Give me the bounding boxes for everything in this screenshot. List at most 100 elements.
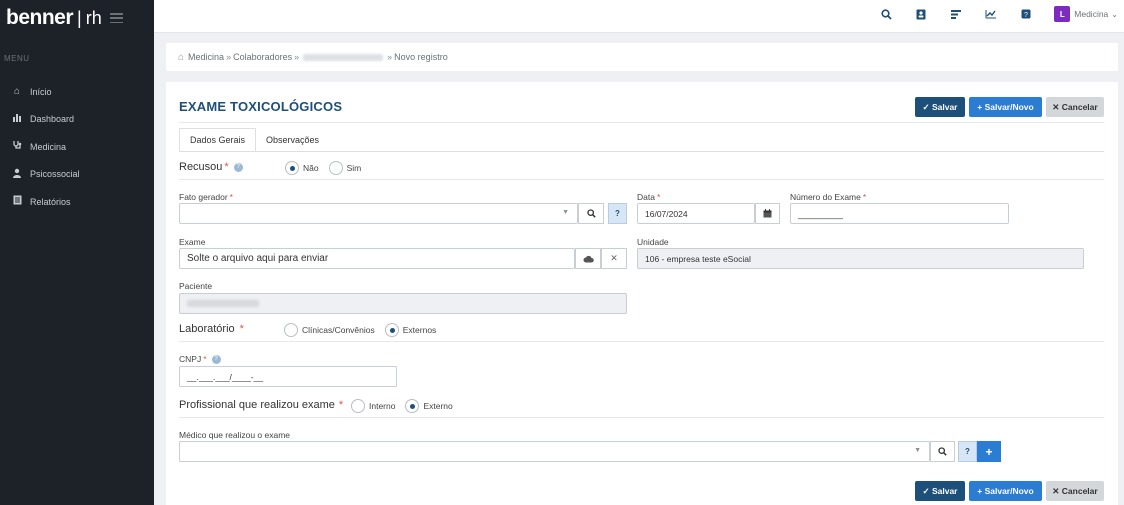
help-icon[interactable]: ? — [211, 355, 221, 365]
sidebar-item-label: Psicossocial — [30, 169, 80, 180]
cnpj-input[interactable]: __.___.___/____-__ — [179, 366, 397, 387]
profissional-label: Profissional que realizou exame * — [179, 399, 344, 411]
profissional-radio-group: Interno Externo — [351, 399, 463, 413]
cnpj-label: CNPJ *? — [179, 354, 221, 365]
radio-externos[interactable]: Externos — [384, 323, 436, 337]
data-input[interactable]: 16/07/2024 — [637, 203, 755, 224]
breadcrumb-item-redacted[interactable] — [303, 53, 384, 61]
sidebar-item-relatorios[interactable]: Relatórios — [0, 188, 154, 216]
avatar: L — [1054, 6, 1071, 22]
numero-exame-label: Número do Exame * — [790, 192, 867, 202]
breadcrumb: ⌂ Medicina » Colaboradores » » Novo regi… — [166, 43, 1118, 71]
home-icon[interactable]: ⌂ — [178, 52, 184, 63]
unidade-label: Unidade — [637, 237, 669, 247]
breadcrumb-item-medicina[interactable]: Medicina — [188, 52, 224, 62]
user-name: Medicina — [1074, 9, 1109, 19]
svg-text:?: ? — [1024, 12, 1028, 19]
save-new-button[interactable]: + Salvar/Novo — [969, 97, 1042, 117]
recusou-radio-group: Não Sim — [285, 161, 371, 175]
divider — [179, 151, 1104, 152]
sidebar-item-label: Medicina — [30, 141, 67, 152]
user-menu[interactable]: L Medicina ⌄ — [1054, 6, 1118, 22]
top-actions: ✓ Salvar + Salvar/Novo ✕ Cancelar — [911, 97, 1104, 117]
fato-gerador-help-button[interactable]: ? — [608, 203, 627, 224]
page-title: EXAME TOXICOLÓGICOS — [179, 99, 343, 114]
exame-file-dropzone[interactable]: Solte o arquivo aqui para enviar — [179, 248, 575, 269]
logo[interactable]: benner | rh — [0, 0, 154, 36]
tab-dados-gerais[interactable]: Dados Gerais — [179, 128, 257, 152]
search-icon[interactable] — [930, 441, 955, 462]
radio-interno[interactable]: Interno — [351, 399, 395, 413]
sidebar-item-label: Relatórios — [30, 196, 71, 207]
breadcrumb-separator: » — [294, 52, 300, 62]
cloud-upload-icon[interactable] — [575, 248, 601, 269]
sidebar-item-label: Início — [30, 86, 52, 97]
fato-gerador-select[interactable]: ▼ — [179, 203, 578, 224]
laboratorio-radio-group: Clínicas/Convênios Externos — [284, 323, 446, 337]
cancel-button[interactable]: ✕ Cancelar — [1046, 97, 1104, 117]
divider — [179, 179, 1104, 180]
fato-gerador-label: Fato gerador * — [179, 192, 233, 202]
close-icon[interactable]: ✕ — [601, 248, 627, 269]
list-icon[interactable] — [949, 7, 963, 21]
brand-module: rh — [85, 7, 102, 28]
search-icon[interactable] — [578, 203, 604, 224]
save-button[interactable]: ✓ Salvar — [915, 481, 965, 501]
save-button[interactable]: ✓ Salvar — [915, 97, 965, 117]
divider — [179, 122, 1104, 123]
sidebar-item-dashboard[interactable]: Dashboard — [0, 106, 154, 134]
bottom-actions: ✓ Salvar + Salvar/Novo ✕ Cancelar — [911, 481, 1104, 501]
radio-sim[interactable]: Sim — [328, 161, 361, 175]
menu-title: MENU — [4, 54, 30, 63]
medico-help-button[interactable]: ? — [958, 441, 977, 462]
bar-chart-icon — [10, 113, 24, 125]
paciente-label: Paciente — [179, 281, 213, 291]
tab-observacoes[interactable]: Observações — [256, 128, 329, 152]
report-icon — [10, 195, 24, 208]
help-icon[interactable]: ? — [1019, 7, 1033, 21]
contacts-icon[interactable] — [914, 7, 928, 21]
help-icon[interactable]: ? — [233, 162, 243, 172]
cancel-button[interactable]: ✕ Cancelar — [1046, 481, 1104, 501]
add-medico-button[interactable]: + — [977, 441, 1001, 462]
redacted-value — [187, 300, 259, 307]
breadcrumb-item-colaboradores[interactable]: Colaboradores — [233, 52, 292, 62]
laboratorio-label: Laboratório * — [179, 323, 244, 335]
person-icon — [10, 168, 24, 181]
exame-label: Exame — [179, 237, 206, 247]
divider — [179, 417, 1104, 418]
medico-label: Médico que realizou o exame — [179, 430, 291, 440]
medico-select[interactable]: ▼ — [179, 441, 930, 462]
sidebar-item-psicossocial[interactable]: Psicossocial — [0, 161, 154, 189]
hamburger-menu-icon[interactable] — [109, 13, 123, 23]
stethoscope-icon — [10, 140, 24, 153]
save-new-button[interactable]: + Salvar/Novo — [969, 481, 1042, 501]
numero-exame-input[interactable]: _________ — [790, 203, 1009, 224]
recusou-label: Recusou *? — [179, 161, 243, 173]
sidebar: benner | rh MENU ⌂ Início Dashboard Medi… — [0, 0, 154, 505]
data-label: Data * — [637, 192, 661, 202]
home-icon: ⌂ — [13, 86, 21, 98]
tabs: Dados Gerais Observações — [179, 128, 329, 152]
breadcrumb-separator: » — [387, 52, 393, 62]
sidebar-item-inicio[interactable]: ⌂ Início — [0, 78, 154, 106]
radio-externo[interactable]: Externo — [405, 399, 453, 413]
unidade-field: 106 - empresa teste eSocial — [637, 248, 1084, 269]
chevron-down-icon: ▼ — [562, 209, 569, 216]
chart-icon[interactable] — [984, 7, 998, 21]
radio-nao[interactable]: Não — [285, 161, 319, 175]
breadcrumb-separator: » — [226, 52, 232, 62]
radio-clinicas-convenios[interactable]: Clínicas/Convênios — [284, 323, 375, 337]
form-card: EXAME TOXICOLÓGICOS ✓ Salvar + Salvar/No… — [166, 82, 1118, 505]
sidebar-item-label: Dashboard — [30, 114, 75, 125]
sidebar-item-medicina[interactable]: Medicina — [0, 133, 154, 161]
divider — [179, 341, 1104, 342]
calendar-icon[interactable] — [755, 203, 780, 224]
brand-name: benner — [6, 6, 74, 29]
brand-separator: | — [77, 7, 82, 28]
topbar: ? L Medicina ⌄ — [154, 0, 1124, 33]
paciente-field — [179, 293, 627, 314]
search-icon[interactable] — [879, 7, 893, 21]
breadcrumb-item-current: Novo registro — [394, 52, 448, 62]
chevron-down-icon: ⌄ — [1111, 9, 1118, 19]
